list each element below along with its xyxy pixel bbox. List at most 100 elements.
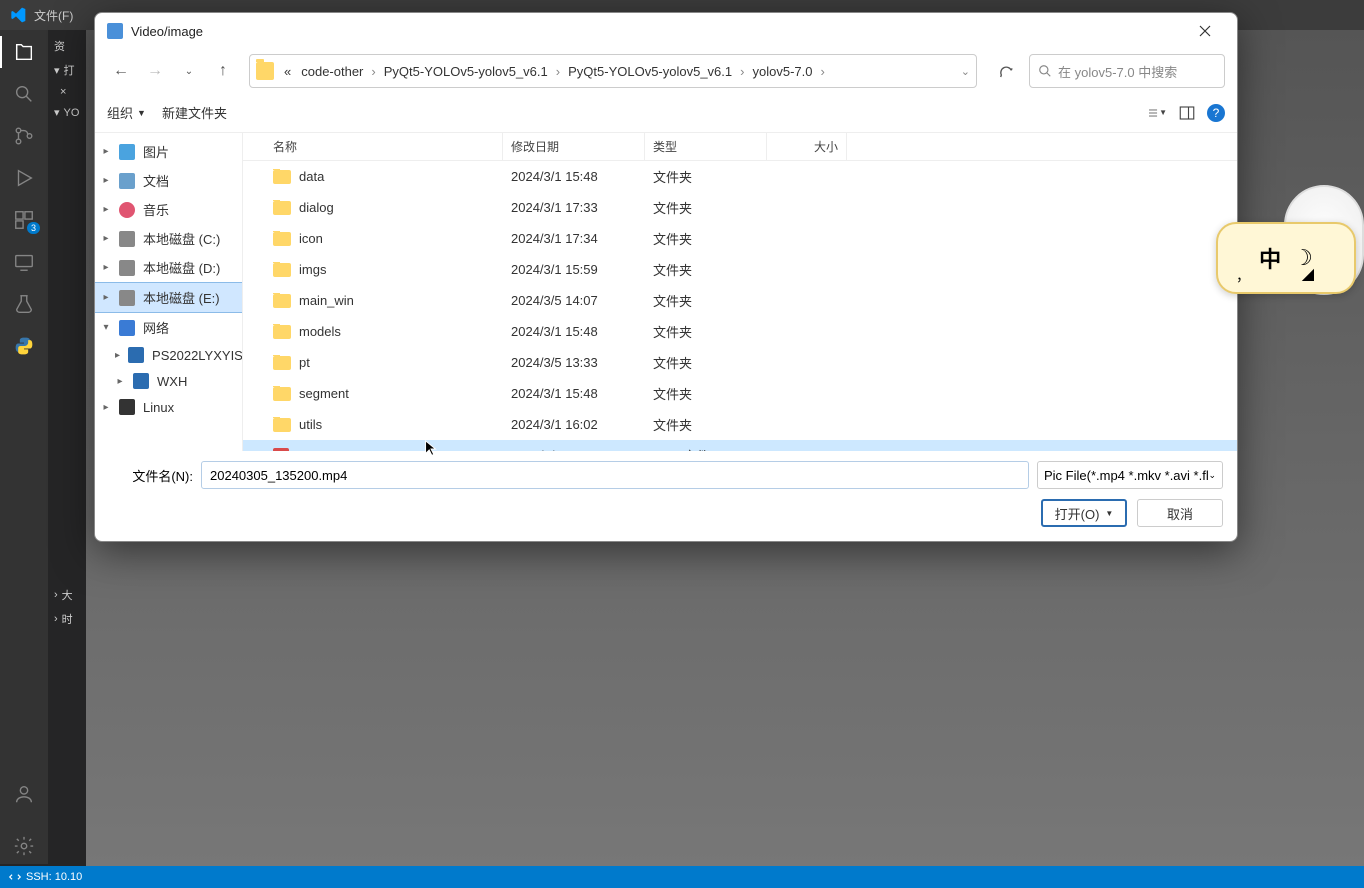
tree-item-PS2022LYXYIS[interactable]: PS2022LYXYIS (95, 342, 242, 368)
breadcrumb[interactable]: « code-other› PyQt5-YOLOv5-yolov5_v6.1› … (249, 54, 977, 88)
file-list[interactable]: data2024/3/1 15:48文件夹dialog2024/3/1 17:3… (243, 161, 1237, 451)
linux-icon (119, 399, 135, 415)
file-row[interactable]: main_win2024/3/5 14:07文件夹 (243, 285, 1237, 316)
dialog-toolbar: 组织 ▼ 新建文件夹 ▼ ? (95, 93, 1237, 133)
breadcrumb-dropdown-icon[interactable]: ⌄ (961, 65, 970, 78)
tree-item-文档[interactable]: 文档 (95, 166, 242, 195)
tree-item-WXH[interactable]: WXH (95, 368, 242, 394)
col-name[interactable]: 名称 (243, 133, 503, 160)
crumb-code-other[interactable]: code-other (297, 62, 367, 81)
search-icon[interactable] (12, 82, 36, 106)
tree-item-本地磁盘 (E:)[interactable]: 本地磁盘 (E:) (95, 282, 242, 313)
file-type-filter[interactable]: Pic File(*.mp4 *.mkv *.avi *.flv ⌄ (1037, 461, 1223, 489)
menu-file[interactable]: 文件(F) (34, 7, 73, 24)
file-row[interactable]: icon2024/3/1 17:34文件夹 (243, 223, 1237, 254)
col-size[interactable]: 大小 (767, 133, 847, 160)
crumb-pyqt5-2[interactable]: PyQt5-YOLOv5-yolov5_v6.1 (564, 62, 736, 81)
search-icon (1038, 64, 1052, 78)
activity-bar: 3 (0, 30, 48, 864)
remote-status-text: SSH: 10.10 (26, 871, 82, 883)
file-row[interactable]: data2024/3/1 15:48文件夹 (243, 161, 1237, 192)
forward-button[interactable]: → (141, 57, 169, 85)
timeline-section[interactable]: › 时 (50, 607, 84, 631)
open-button[interactable]: 打开(O) ▼ (1041, 499, 1127, 527)
folder-icon (273, 387, 291, 401)
comp-icon (128, 347, 144, 363)
settings-icon[interactable] (12, 834, 36, 858)
editor-tab[interactable]: × (50, 82, 84, 102)
help-icon[interactable]: ? (1207, 104, 1225, 122)
organize-button[interactable]: 组织 ▼ (107, 103, 146, 122)
column-headers[interactable]: 名称 修改日期 类型 大小 (243, 133, 1237, 161)
preview-pane-icon[interactable] (1177, 103, 1197, 123)
tree-item-Linux[interactable]: Linux (95, 394, 242, 420)
comp-icon (133, 373, 149, 389)
refresh-button[interactable] (989, 54, 1023, 88)
python-icon[interactable] (12, 334, 36, 358)
folder-icon (273, 325, 291, 339)
folder-icon (273, 418, 291, 432)
disk-icon (119, 231, 135, 247)
cancel-button[interactable]: 取消 (1137, 499, 1223, 527)
tree-item-本地磁盘 (D:)[interactable]: 本地磁盘 (D:) (95, 253, 242, 282)
folder-tree[interactable]: 图片文档音乐本地磁盘 (C:)本地磁盘 (D:)本地磁盘 (E:)网络PS202… (95, 133, 243, 451)
extensions-badge: 3 (27, 222, 40, 234)
folder-root[interactable]: ▾ YO (50, 102, 84, 123)
video-file-icon (273, 448, 289, 452)
file-list-area: 名称 修改日期 类型 大小 data2024/3/1 15:48文件夹dialo… (243, 133, 1237, 451)
ime-toolbar[interactable]: 中 ☽ ， ◢ (1216, 222, 1356, 294)
tree-item-图片[interactable]: 图片 (95, 137, 242, 166)
file-row[interactable]: imgs2024/3/1 15:59文件夹 (243, 254, 1237, 285)
file-row[interactable]: models2024/3/1 15:48文件夹 (243, 316, 1237, 347)
explorer-header: 资 (50, 34, 84, 58)
open-editors[interactable]: ▾ 打 (50, 58, 84, 82)
close-button[interactable] (1185, 17, 1225, 45)
file-row[interactable]: 20240305_135200.mp42024/3/5 13:52MP4 文件1… (243, 440, 1237, 451)
folder-icon (273, 170, 291, 184)
testing-icon[interactable] (12, 292, 36, 316)
remote-status-icon (8, 870, 22, 884)
folder-icon (273, 263, 291, 277)
tree-item-音乐[interactable]: 音乐 (95, 195, 242, 224)
ime-skin-icon[interactable]: ◢ (1302, 264, 1314, 284)
filename-input[interactable] (201, 461, 1029, 489)
folder-icon (256, 62, 274, 80)
new-folder-button[interactable]: 新建文件夹 (162, 103, 227, 122)
search-placeholder: 在 yolov5-7.0 中搜索 (1058, 62, 1177, 81)
back-button[interactable]: ← (107, 57, 135, 85)
ime-lang[interactable]: 中 (1259, 242, 1281, 274)
dialog-titlebar[interactable]: Video/image (95, 13, 1237, 49)
side-panel: 资 ▾ 打 × ▾ YO › 大 › 时 (48, 30, 86, 864)
source-control-icon[interactable] (12, 124, 36, 148)
tree-item-本地磁盘 (C:)[interactable]: 本地磁盘 (C:) (95, 224, 242, 253)
outline-section[interactable]: › 大 (50, 583, 84, 607)
folder-icon (273, 201, 291, 215)
explorer-icon[interactable] (12, 40, 36, 64)
col-date[interactable]: 修改日期 (503, 133, 645, 160)
mus-icon (119, 202, 135, 218)
close-icon (1199, 25, 1211, 37)
extensions-icon[interactable]: 3 (12, 208, 36, 232)
refresh-icon (998, 63, 1014, 79)
status-bar[interactable]: SSH: 10.10 (0, 866, 1364, 888)
col-type[interactable]: 类型 (645, 133, 767, 160)
disk-icon (119, 260, 135, 276)
file-row[interactable]: pt2024/3/5 13:33文件夹 (243, 347, 1237, 378)
file-row[interactable]: segment2024/3/1 15:48文件夹 (243, 378, 1237, 409)
view-list-icon[interactable]: ▼ (1147, 103, 1167, 123)
dialog-app-icon (107, 23, 123, 39)
tree-item-网络[interactable]: 网络 (95, 313, 242, 342)
crumb-yolov5[interactable]: yolov5-7.0 (748, 62, 816, 81)
remote-icon[interactable] (12, 250, 36, 274)
crumb-pyqt5-1[interactable]: PyQt5-YOLOv5-yolov5_v6.1 (380, 62, 552, 81)
folder-icon (273, 356, 291, 370)
run-debug-icon[interactable] (12, 166, 36, 190)
file-row[interactable]: dialog2024/3/1 17:33文件夹 (243, 192, 1237, 223)
search-input[interactable]: 在 yolov5-7.0 中搜索 (1029, 54, 1225, 88)
dialog-footer: 文件名(N): Pic File(*.mp4 *.mkv *.avi *.flv… (95, 451, 1237, 541)
up-button[interactable]: ↑ (209, 57, 237, 85)
ime-comma[interactable]: ， (1236, 266, 1250, 286)
recent-button[interactable]: ⌄ (175, 57, 203, 85)
file-row[interactable]: utils2024/3/1 16:02文件夹 (243, 409, 1237, 440)
accounts-icon[interactable] (12, 782, 36, 806)
